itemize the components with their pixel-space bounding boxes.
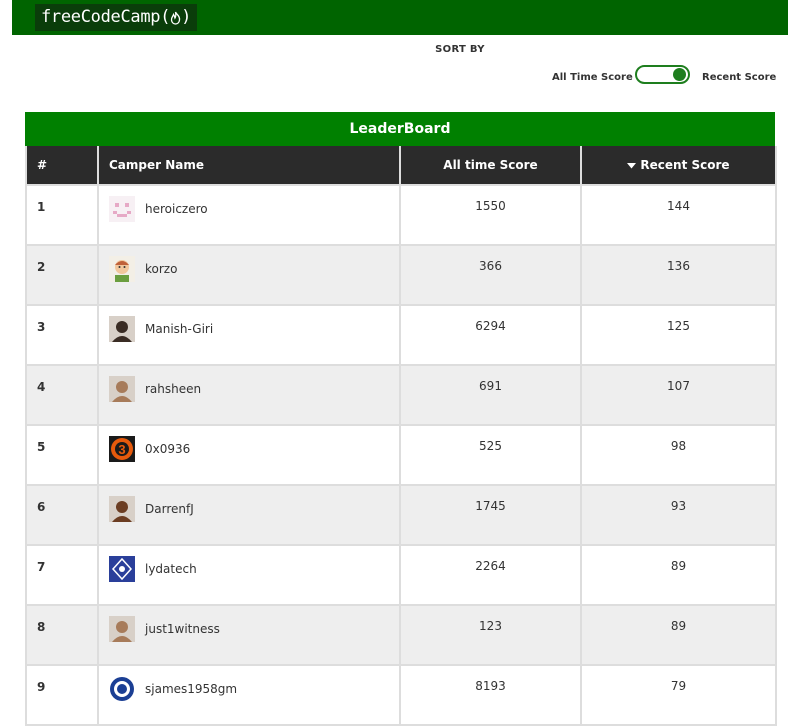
table-header-row: # Camper Name All time Score Recent Scor… [25,146,777,186]
avatar[interactable] [109,256,135,282]
all-time-score-cell: 1550 [399,184,582,246]
navbar: freeCodeCamp( ) [12,0,788,35]
all-time-score-cell: 2264 [399,544,582,606]
avatar[interactable] [109,616,135,642]
all-time-score-cell: 8193 [399,664,582,726]
rank-cell: 9 [25,664,99,726]
all-time-score-cell: 525 [399,424,582,486]
camper-cell: rahsheen [97,364,401,426]
column-header-all-time-score[interactable]: All time Score [399,146,582,186]
rank-cell: 7 [25,544,99,606]
camper-cell: 3 0x0936 [97,424,401,486]
recent-score-cell: 136 [580,244,777,306]
all-time-score-cell: 123 [399,604,582,666]
sort-by-heading: SORT BY [435,44,485,55]
recent-score-cell: 98 [580,424,777,486]
all-time-score-header-label: All time Score [443,158,538,172]
all-time-score-cell: 691 [399,364,582,426]
camper-cell: korzo [97,244,401,306]
table-row: 5 3 0x0936 525 98 [25,424,777,486]
recent-score-label[interactable]: Recent Score [702,72,776,83]
avatar[interactable] [109,376,135,402]
table-row: 9 sjames1958gm 8193 79 [25,664,777,726]
camper-cell: DarrenfJ [97,484,401,546]
table-row: 2 korzo 366 136 [25,244,777,306]
table-row: 6 DarrenfJ 1745 93 [25,484,777,546]
camper-cell: just1witness [97,604,401,666]
rank-cell: 1 [25,184,99,246]
caret-down-icon [627,158,637,172]
camper-cell: heroiczero [97,184,401,246]
avatar[interactable] [109,676,135,702]
svg-text:3: 3 [118,442,125,457]
rank-cell: 2 [25,244,99,306]
recent-score-cell: 89 [580,604,777,666]
camper-name-link[interactable]: sjames1958gm [145,682,237,696]
rank-cell: 8 [25,604,99,666]
flame-icon [170,11,181,25]
rank-cell: 5 [25,424,99,486]
avatar[interactable] [109,556,135,582]
camper-cell: lydatech [97,544,401,606]
rank-cell: 6 [25,484,99,546]
table-row: 8 just1witness 123 89 [25,604,777,666]
brand-name: freeCodeCamp( [41,7,171,27]
leaderboard: LeaderBoard # Camper Name All time Score… [25,112,777,726]
recent-score-header-label: Recent Score [640,157,730,172]
camper-cell: sjames1958gm [97,664,401,726]
recent-score-cell: 107 [580,364,777,426]
rank-cell: 4 [25,364,99,426]
all-time-score-cell: 1745 [399,484,582,546]
all-time-score-label[interactable]: All Time Score [552,72,633,83]
avatar[interactable] [109,196,135,222]
column-header-recent-score[interactable]: Recent Score [580,146,777,186]
recent-score-cell: 144 [580,184,777,246]
camper-name-link[interactable]: korzo [145,262,177,276]
table-row: 3 Manish-Giri 6294 125 [25,304,777,366]
camper-name-link[interactable]: rahsheen [145,382,201,396]
toggle-knob [673,68,686,81]
camper-cell: Manish-Giri [97,304,401,366]
avatar[interactable] [109,316,135,342]
recent-score-cell: 93 [580,484,777,546]
camper-name-link[interactable]: 0x0936 [145,442,190,456]
table-row: 1 heroiczero 1550 144 [25,184,777,246]
leaderboard-title: LeaderBoard [25,112,775,146]
recent-score-cell: 89 [580,544,777,606]
column-header-camper-name: Camper Name [97,146,401,186]
recent-score-cell: 125 [580,304,777,366]
brand-close: ) [181,7,192,27]
leaderboard-table: # Camper Name All time Score Recent Scor… [25,146,777,726]
avatar[interactable] [109,496,135,522]
brand-logo[interactable]: freeCodeCamp( ) [35,4,198,31]
rank-cell: 3 [25,304,99,366]
recent-score-cell: 79 [580,664,777,726]
all-time-score-cell: 366 [399,244,582,306]
camper-name-link[interactable]: DarrenfJ [145,502,194,516]
column-header-rank: # [25,146,99,186]
camper-name-link[interactable]: heroiczero [145,202,208,216]
table-row: 4 rahsheen 691 107 [25,364,777,426]
camper-name-link[interactable]: Manish-Giri [145,322,213,336]
sort-toggle[interactable] [635,65,690,84]
camper-name-link[interactable]: just1witness [145,622,220,636]
all-time-score-cell: 6294 [399,304,582,366]
avatar[interactable]: 3 [109,436,135,462]
camper-name-link[interactable]: lydatech [145,562,197,576]
table-row: 7 lydatech 2264 89 [25,544,777,606]
